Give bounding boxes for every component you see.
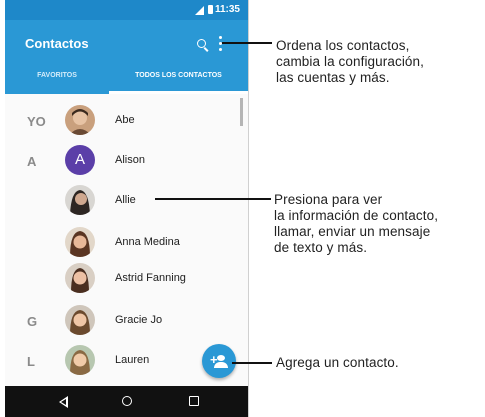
callout-contact-line: Presiona para ver [274, 192, 383, 207]
avatar-photo [65, 227, 95, 257]
recents-icon[interactable] [189, 396, 199, 406]
avatar-photo [65, 185, 95, 215]
more-vert-icon[interactable] [219, 36, 223, 52]
section-letter: A [27, 154, 37, 169]
contact-name: Lauren [115, 354, 150, 366]
callout-line-menu [222, 42, 272, 44]
app-title: Contactos [25, 36, 89, 51]
contact-name: Anna Medina [115, 236, 180, 248]
contact-row-gracie-jo[interactable]: G Gracie Jo [5, 300, 241, 340]
avatar-photo [65, 263, 95, 293]
callout-line-contact [155, 198, 271, 200]
app-bar: Contactos [5, 20, 248, 66]
callout-contact-line: llamar, enviar un mensaje [274, 224, 431, 239]
section-letter: G [27, 314, 38, 329]
callout-contact-line: la información de contacto, [274, 208, 439, 223]
contact-name: Abe [115, 114, 135, 126]
section-letter: YO [27, 114, 46, 129]
search-icon[interactable] [197, 39, 206, 48]
callout-contact-line: de texto y más. [274, 240, 368, 255]
add-contact-button[interactable]: + [202, 344, 236, 378]
status-bar: 11:35 [5, 0, 248, 20]
avatar-letter: A [65, 145, 95, 175]
home-icon[interactable] [122, 396, 132, 406]
contact-row-astrid-fanning[interactable]: Astrid Fanning [5, 258, 241, 298]
tab-todos-los-contactos[interactable]: TODOS LOS CONTACTOS [109, 66, 248, 94]
tab-favoritos[interactable]: FAVORITOS [5, 66, 109, 94]
scrollbar[interactable] [240, 98, 243, 126]
person-icon-body [214, 362, 228, 368]
contact-name: Astrid Fanning [115, 272, 186, 284]
contact-name: Alison [115, 154, 145, 166]
callout-add: Agrega un contacto. [276, 355, 399, 371]
callout-menu-line: Ordena los contactos, [276, 38, 410, 53]
contact-list: YO Abe A A Alison Allie Anna Medina Astr… [5, 94, 248, 386]
navigation-bar [5, 386, 248, 417]
contact-row-anna-medina[interactable]: Anna Medina [5, 222, 241, 262]
person-icon-head [217, 355, 225, 361]
contact-row-allie[interactable]: Allie [5, 180, 241, 220]
avatar-photo [65, 105, 95, 135]
avatar-photo [65, 345, 95, 375]
avatar-photo [65, 305, 95, 335]
callout-menu-line: las cuentas y más. [276, 70, 390, 85]
back-icon[interactable] [59, 396, 68, 408]
phone-screen: 11:35 Contactos FAVORITOS TODOS LOS CONT… [5, 0, 248, 417]
signal-icon [195, 6, 204, 15]
tab-bar: FAVORITOS TODOS LOS CONTACTOS [5, 66, 248, 94]
contact-row-alison[interactable]: A A Alison [5, 140, 241, 180]
battery-icon [208, 5, 213, 14]
callout-menu: Ordena los contactos, cambia la configur… [276, 38, 424, 86]
callout-add-line: Agrega un contacto. [276, 355, 399, 370]
callout-contact: Presiona para ver la información de cont… [274, 192, 438, 256]
status-time: 11:35 [214, 4, 240, 15]
callout-menu-line: cambia la configuración, [276, 54, 424, 69]
callout-line-add [232, 362, 272, 364]
contact-name: Allie [115, 194, 136, 206]
section-letter: L [27, 354, 35, 369]
contact-row-abe[interactable]: YO Abe [5, 100, 241, 140]
contact-name: Gracie Jo [115, 314, 163, 326]
